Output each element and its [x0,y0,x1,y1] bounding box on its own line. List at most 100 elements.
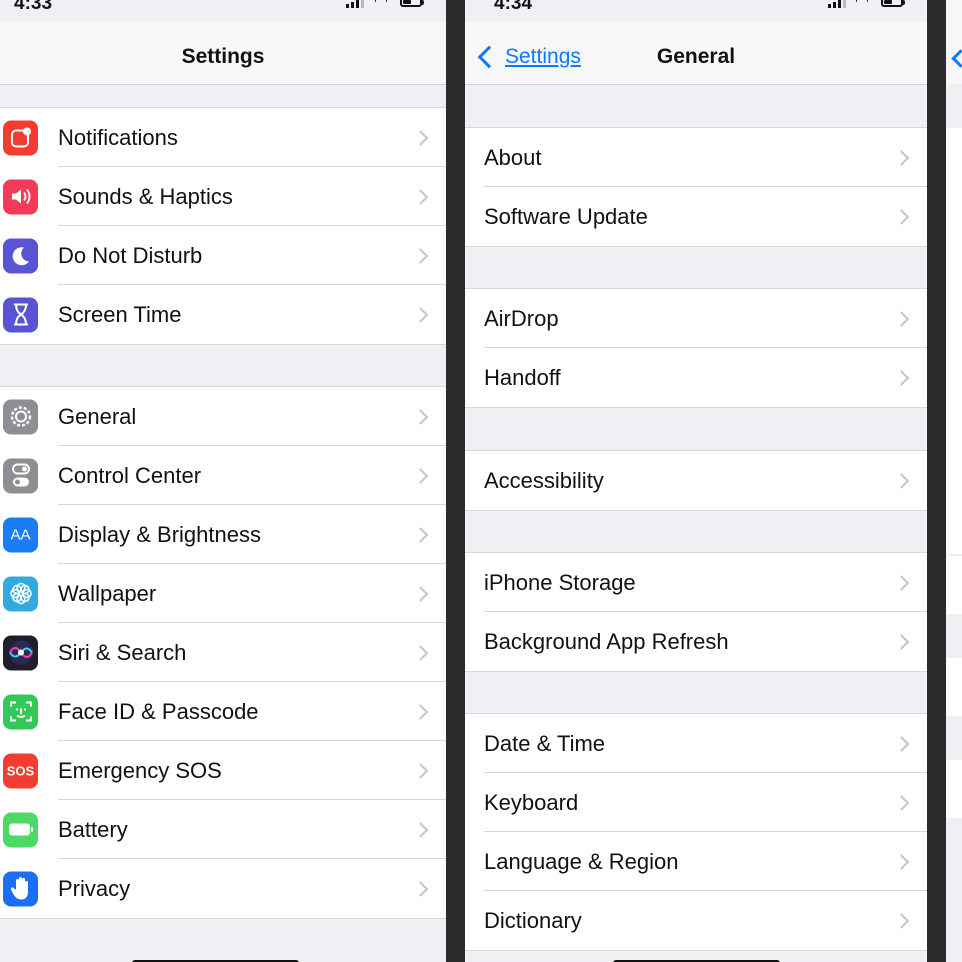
settings-row-privacy[interactable]: Privacy [0,859,446,918]
general-row-dictionary[interactable]: Dictionary [465,891,927,950]
flower-icon [3,576,38,611]
siri-icon [3,635,38,670]
battery-status-icon [881,0,903,7]
settings-row-control-center[interactable]: Control Center [0,446,446,505]
general-group-1: About Software Update [465,127,927,247]
gear-icon [3,399,38,434]
settings-row-wallpaper[interactable]: Wallpaper [0,564,446,623]
chevron-right-icon [412,188,429,205]
speaker-icon [3,179,38,214]
row-label: Notifications [58,124,178,150]
general-group-2: AirDrop Handoff [465,288,927,408]
row-label: Do Not Disturb [58,242,203,268]
row-label: Display & Brightness [58,521,261,547]
moon-icon [3,238,38,273]
hand-icon [3,871,38,906]
settings-row-display-brightness[interactable]: AA Display & Brightness [0,505,446,564]
settings-row-siri-search[interactable]: Siri & Search [0,623,446,682]
toggles-icon [3,458,38,493]
general-row-background-app-refresh[interactable]: Background App Refresh [465,612,927,671]
row-label: Privacy [58,875,131,901]
chevron-right-icon [412,585,429,602]
row-label: Siri & Search [58,639,187,665]
settings-row-screen-time[interactable]: Screen Time [0,285,446,344]
settings-row-do-not-disturb[interactable]: Do Not Disturb [0,226,446,285]
general-row-accessibility[interactable]: Accessibility [465,451,927,510]
chevron-right-icon [412,408,429,425]
third-screen-partial [946,0,962,962]
general-row-keyboard[interactable]: Keyboard [465,773,927,832]
row-label: Date & Time [484,730,606,756]
row-label: Emergency SOS [58,757,222,783]
chevron-right-icon [893,853,910,870]
chevron-right-icon [412,644,429,661]
chevron-right-icon [893,735,910,752]
row-label: Keyboard [484,789,579,815]
settings-screen: 4:33 ◠ Settings Notifications Sounds & H… [0,0,446,962]
general-row-handoff[interactable]: Handoff [465,348,927,407]
partial-group-2 [946,556,962,614]
general-row-language-region[interactable]: Language & Region [465,832,927,891]
settings-row-face-id-passcode[interactable]: Face ID & Passcode [0,682,446,741]
wifi-icon: ◠ [374,0,388,10]
general-screen: 4:34 ◠ Settings General About Software U… [465,0,927,962]
chevron-right-icon [412,703,429,720]
settings-group-2: General Control Center AA Display & Brig… [0,386,446,919]
general-group-4: iPhone Storage Background App Refresh [465,552,927,672]
status-bar: 4:34 ◠ [465,0,927,22]
chevron-right-icon [893,208,910,225]
chevron-right-icon [412,129,429,146]
chevron-right-icon [412,467,429,484]
chevron-right-icon [412,526,429,543]
notifications-icon [3,120,38,155]
navigation-bar: Settings [0,22,446,85]
chevron-right-icon [412,821,429,838]
sos-icon: SOS [3,753,38,788]
page-title: General [656,45,736,68]
wifi-icon: ◠ [855,0,869,10]
row-label: Face ID & Passcode [58,698,259,724]
chevron-right-icon [412,247,429,264]
row-label: Dictionary [484,907,582,933]
general-row-date-time[interactable]: Date & Time [465,714,927,773]
status-time: 4:34 [494,0,533,14]
chevron-right-icon [893,149,910,166]
chevron-right-icon [893,574,910,591]
row-label: Battery [58,816,128,842]
row-label: Screen Time [58,301,182,327]
general-group-3: Accessibility [465,450,927,511]
row-label: Accessibility [484,467,604,493]
row-label: Sounds & Haptics [58,183,233,209]
status-bar: 4:33 ◠ [0,0,446,22]
battery-status-icon [400,0,422,7]
face-id-icon [3,694,38,729]
chevron-right-icon [412,880,429,897]
general-row-software-update[interactable]: Software Update [465,187,927,246]
general-row-iphone-storage[interactable]: iPhone Storage [465,553,927,612]
row-label: iPhone Storage [484,569,636,595]
partial-group-4 [946,760,962,818]
row-label: General [58,403,137,429]
chevron-right-icon [893,794,910,811]
general-row-airdrop[interactable]: AirDrop [465,289,927,348]
general-row-about[interactable]: About [465,128,927,187]
chevron-right-icon [893,912,910,929]
settings-row-battery[interactable]: Battery [0,800,446,859]
settings-row-sounds-haptics[interactable]: Sounds & Haptics [0,167,446,226]
navigation-bar [946,0,962,84]
chevron-right-icon [893,369,910,386]
page-title: Settings [181,45,265,68]
partial-group-1 [946,128,962,554]
chevron-right-icon [412,762,429,779]
row-label: Software Update [484,203,648,229]
settings-row-emergency-sos[interactable]: SOS Emergency SOS [0,741,446,800]
settings-group-1: Notifications Sounds & Haptics Do Not Di… [0,107,446,345]
chevron-right-icon [412,306,429,323]
settings-row-notifications[interactable]: Notifications [0,108,446,167]
text-size-icon: AA [3,517,38,552]
battery-icon [3,812,38,847]
row-label: Background App Refresh [484,628,729,654]
row-label: Control Center [58,462,202,488]
settings-row-general[interactable]: General [0,387,446,446]
row-label: About [484,144,542,170]
